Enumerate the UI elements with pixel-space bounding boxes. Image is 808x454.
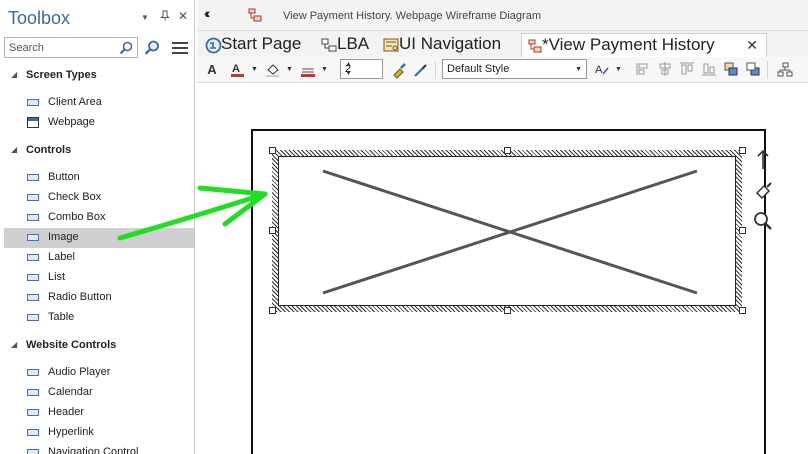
style-select[interactable]: Default Style ▼ <box>442 59 587 79</box>
chevron-down-icon[interactable]: ▼ <box>251 66 258 73</box>
align-center-icon[interactable] <box>655 61 675 79</box>
control-icon <box>27 234 39 241</box>
webpage-icon <box>27 117 39 128</box>
spinner-arrows-icon[interactable]: ▲ ▼ <box>345 60 380 78</box>
tool-item-radio-button[interactable]: Radio Button <box>4 288 194 308</box>
control-icon <box>27 294 39 301</box>
collapse-triangle-icon: ◢ <box>11 70 18 79</box>
align-top-icon[interactable] <box>677 61 697 79</box>
control-icon <box>27 314 39 321</box>
tool-item-audio-player[interactable]: Audio Player <box>4 363 194 383</box>
text-style-icon[interactable]: A <box>592 61 612 79</box>
tab-lba[interactable]: LBA <box>315 33 373 57</box>
send-to-back-icon[interactable] <box>743 61 763 79</box>
image-placeholder-cross-icon <box>322 169 698 295</box>
close-tab-icon[interactable]: ✕ <box>746 37 758 54</box>
close-icon[interactable]: ✕ <box>178 9 188 23</box>
svg-text:A: A <box>232 63 240 75</box>
breadcrumb: View Payment History. Webpage Wireframe … <box>283 10 541 22</box>
group-header-website-controls[interactable]: ◢ Website Controls <box>0 336 194 356</box>
resize-handle[interactable] <box>504 147 511 154</box>
svg-text:A: A <box>595 64 603 76</box>
dropdown-icon[interactable]: ▼ <box>141 13 149 22</box>
resize-handle[interactable] <box>739 227 746 234</box>
selection-outline[interactable] <box>272 150 742 312</box>
tool-item-label[interactable]: Label <box>4 248 194 268</box>
collapse-triangle-icon: ◢ <box>11 145 18 154</box>
align-bottom-icon[interactable] <box>699 61 719 79</box>
control-icon <box>27 99 39 106</box>
tab-ui-navigation[interactable]: UI Navigation <box>377 33 517 57</box>
start-page-icon <box>205 37 222 54</box>
control-icon <box>27 274 39 281</box>
line-width-spinner[interactable]: 2 ▲ ▼ <box>340 59 383 79</box>
group-header-screen-types[interactable]: ◢ Screen Types <box>0 66 194 86</box>
app-window: Toolbox ▼ ✕ ◢ Screen Types Client Area W… <box>0 0 808 454</box>
control-icon <box>27 254 39 261</box>
resize-handle[interactable] <box>269 147 276 154</box>
tool-item-header[interactable]: Header <box>4 403 194 423</box>
resize-handle[interactable] <box>739 307 746 314</box>
chevron-down-icon[interactable]: ▼ <box>286 66 293 73</box>
search-icon[interactable] <box>118 40 134 56</box>
group-header-controls[interactable]: ◢ Controls <box>0 141 194 161</box>
control-icon <box>27 174 39 181</box>
chevron-down-icon[interactable]: ▼ <box>321 66 328 73</box>
resize-handle[interactable] <box>739 147 746 154</box>
tool-item-table[interactable]: Table <box>4 308 194 328</box>
align-left-icon[interactable] <box>633 61 653 79</box>
tool-item-calendar[interactable]: Calendar <box>4 383 194 403</box>
tool-item-webpage[interactable]: Webpage <box>4 113 194 133</box>
tool-item-client-area[interactable]: Client Area <box>4 93 194 113</box>
tool-item-navigation-control[interactable]: Navigation Control <box>4 443 194 454</box>
control-icon <box>27 409 39 416</box>
image-element[interactable] <box>278 156 736 306</box>
control-icon <box>27 429 39 436</box>
menu-icon[interactable] <box>172 42 188 54</box>
find-icon[interactable] <box>143 39 159 55</box>
toolbar-separator <box>767 61 768 79</box>
format-painter-icon[interactable] <box>389 61 409 79</box>
toolbar-separator <box>435 61 436 79</box>
tab-view-payment-history[interactable]: *View Payment History ✕ <box>521 33 767 57</box>
pick-style-icon[interactable] <box>411 61 431 79</box>
line-color-icon[interactable] <box>298 61 318 79</box>
resize-handle[interactable] <box>504 307 511 314</box>
annotation-arrow <box>117 185 268 241</box>
toolbox-title: Toolbox <box>8 8 71 28</box>
pin-icon[interactable] <box>160 10 170 24</box>
font-icon[interactable]: A <box>202 61 222 79</box>
diagram-canvas[interactable] <box>201 83 808 454</box>
document-tab-bar: Start Page LBA UI Navigation *View Payme… <box>197 31 808 57</box>
search-input[interactable] <box>9 41 113 55</box>
resize-handle[interactable] <box>269 307 276 314</box>
search-box[interactable] <box>4 37 138 58</box>
zoom-icon[interactable] <box>754 212 772 230</box>
tab-start-page[interactable]: Start Page <box>199 33 311 57</box>
control-icon <box>27 449 39 454</box>
collapse-panel-icon[interactable]: ‹‹ <box>204 5 211 21</box>
control-icon <box>27 214 39 221</box>
control-icon <box>27 194 39 201</box>
diagram-icon <box>321 37 337 53</box>
tool-item-list[interactable]: List <box>4 268 194 288</box>
layout-icon[interactable] <box>775 61 795 79</box>
diagram-icon <box>248 8 262 22</box>
breadcrumb-bar: ‹‹ View Payment History. Webpage Wirefra… <box>197 0 808 31</box>
control-icon <box>27 389 39 396</box>
format-brush-icon[interactable] <box>755 182 772 200</box>
chevron-down-icon[interactable]: ▼ <box>615 66 622 73</box>
element-quick-tools <box>751 147 775 237</box>
tool-item-hyperlink[interactable]: Hyperlink <box>4 423 194 443</box>
quick-link-arrow-icon[interactable] <box>757 149 769 169</box>
fill-color-icon[interactable] <box>263 61 283 79</box>
chevron-down-icon: ▼ <box>575 66 582 73</box>
collapse-triangle-icon: ◢ <box>11 340 18 349</box>
control-icon <box>27 369 39 376</box>
format-toolbar: A A ▼ ▼ ▼ 2 ▲ ▼ Default Style ▼ A ▼ <box>197 57 808 83</box>
ui-navigation-icon <box>383 37 399 53</box>
font-color-icon[interactable]: A <box>228 61 248 79</box>
bring-to-front-icon[interactable] <box>721 61 741 79</box>
